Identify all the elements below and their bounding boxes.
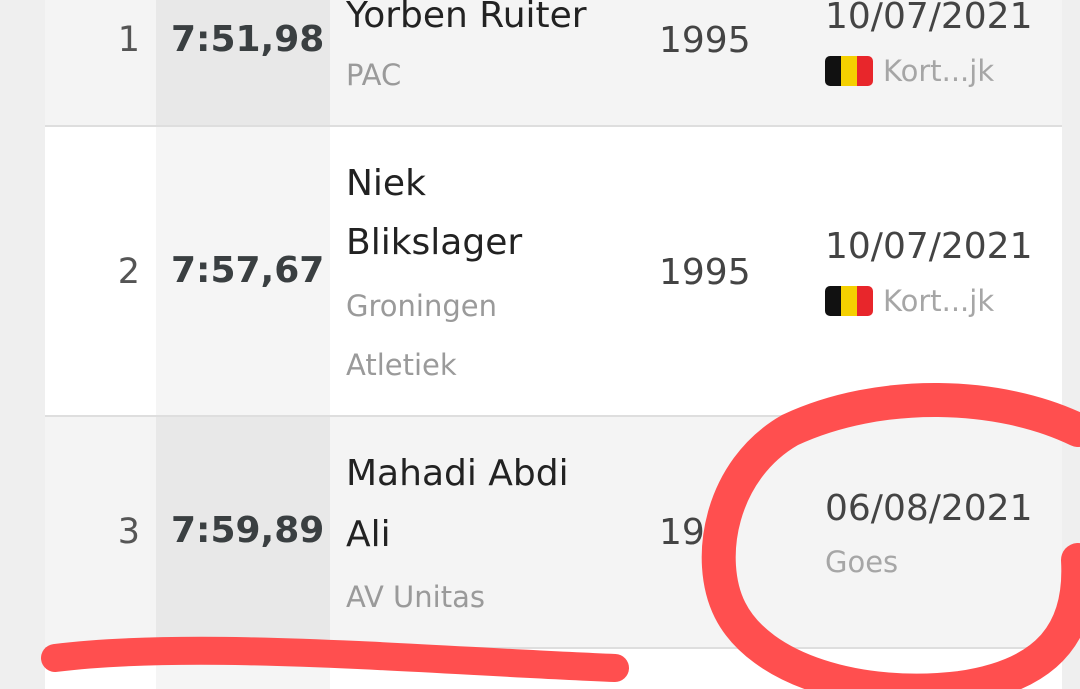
club-label-line2: Atletiek [346,348,457,382]
belgium-flag-icon [825,56,873,86]
birth-year-cell: 19 [659,512,705,553]
venue-label: Kort...jk [883,54,995,88]
table-row[interactable]: 3 7:59,89 Mahadi Abdi Ali AV Unitas 19 0… [45,417,1062,649]
table-row[interactable]: 1 7:51,98 Yorben Ruiter PAC 1995 10/07/2… [45,0,1062,127]
performance-cell: 7:59,89 [171,510,325,551]
performance-column-bg [156,649,330,689]
club-label: Groningen [346,289,497,323]
venue-label: Kort...jk [883,284,995,318]
rank-cell: 3 [117,512,140,552]
table-row[interactable] [45,649,1062,689]
venue-link[interactable]: Kort...jk [825,54,994,88]
venue-link[interactable]: Kort...jk [825,284,994,318]
date-cell: 10/07/2021 [825,226,1033,267]
club-label: AV Unitas [346,580,485,614]
club-label: PAC [346,58,402,92]
belgium-flag-icon [825,286,873,316]
results-table: 1 7:51,98 Yorben Ruiter PAC 1995 10/07/2… [45,0,1062,689]
athlete-name-link-line2[interactable]: Ali [346,505,391,564]
athlete-name-link[interactable]: Niek [346,154,426,213]
rank-cell: 2 [117,252,140,292]
venue-label: Goes [825,545,899,579]
birth-year-cell: 1995 [659,20,751,61]
athlete-name-link[interactable]: Yorben Ruiter [346,0,587,45]
birth-year-cell: 1995 [659,252,751,293]
performance-cell: 7:57,67 [171,250,325,291]
athlete-name-link-line2[interactable]: Blikslager [346,213,522,272]
performance-cell: 7:51,98 [171,19,325,60]
venue-link[interactable]: Goes [825,545,898,579]
date-cell: 06/08/2021 [825,488,1033,529]
rank-cell: 1 [117,20,140,60]
date-cell: 10/07/2021 [825,0,1033,37]
table-row[interactable]: 2 7:57,67 Niek Blikslager Groningen Atle… [45,127,1062,417]
athlete-name-link[interactable]: Mahadi Abdi [346,444,569,503]
results-screen: 1 7:51,98 Yorben Ruiter PAC 1995 10/07/2… [0,0,1080,689]
